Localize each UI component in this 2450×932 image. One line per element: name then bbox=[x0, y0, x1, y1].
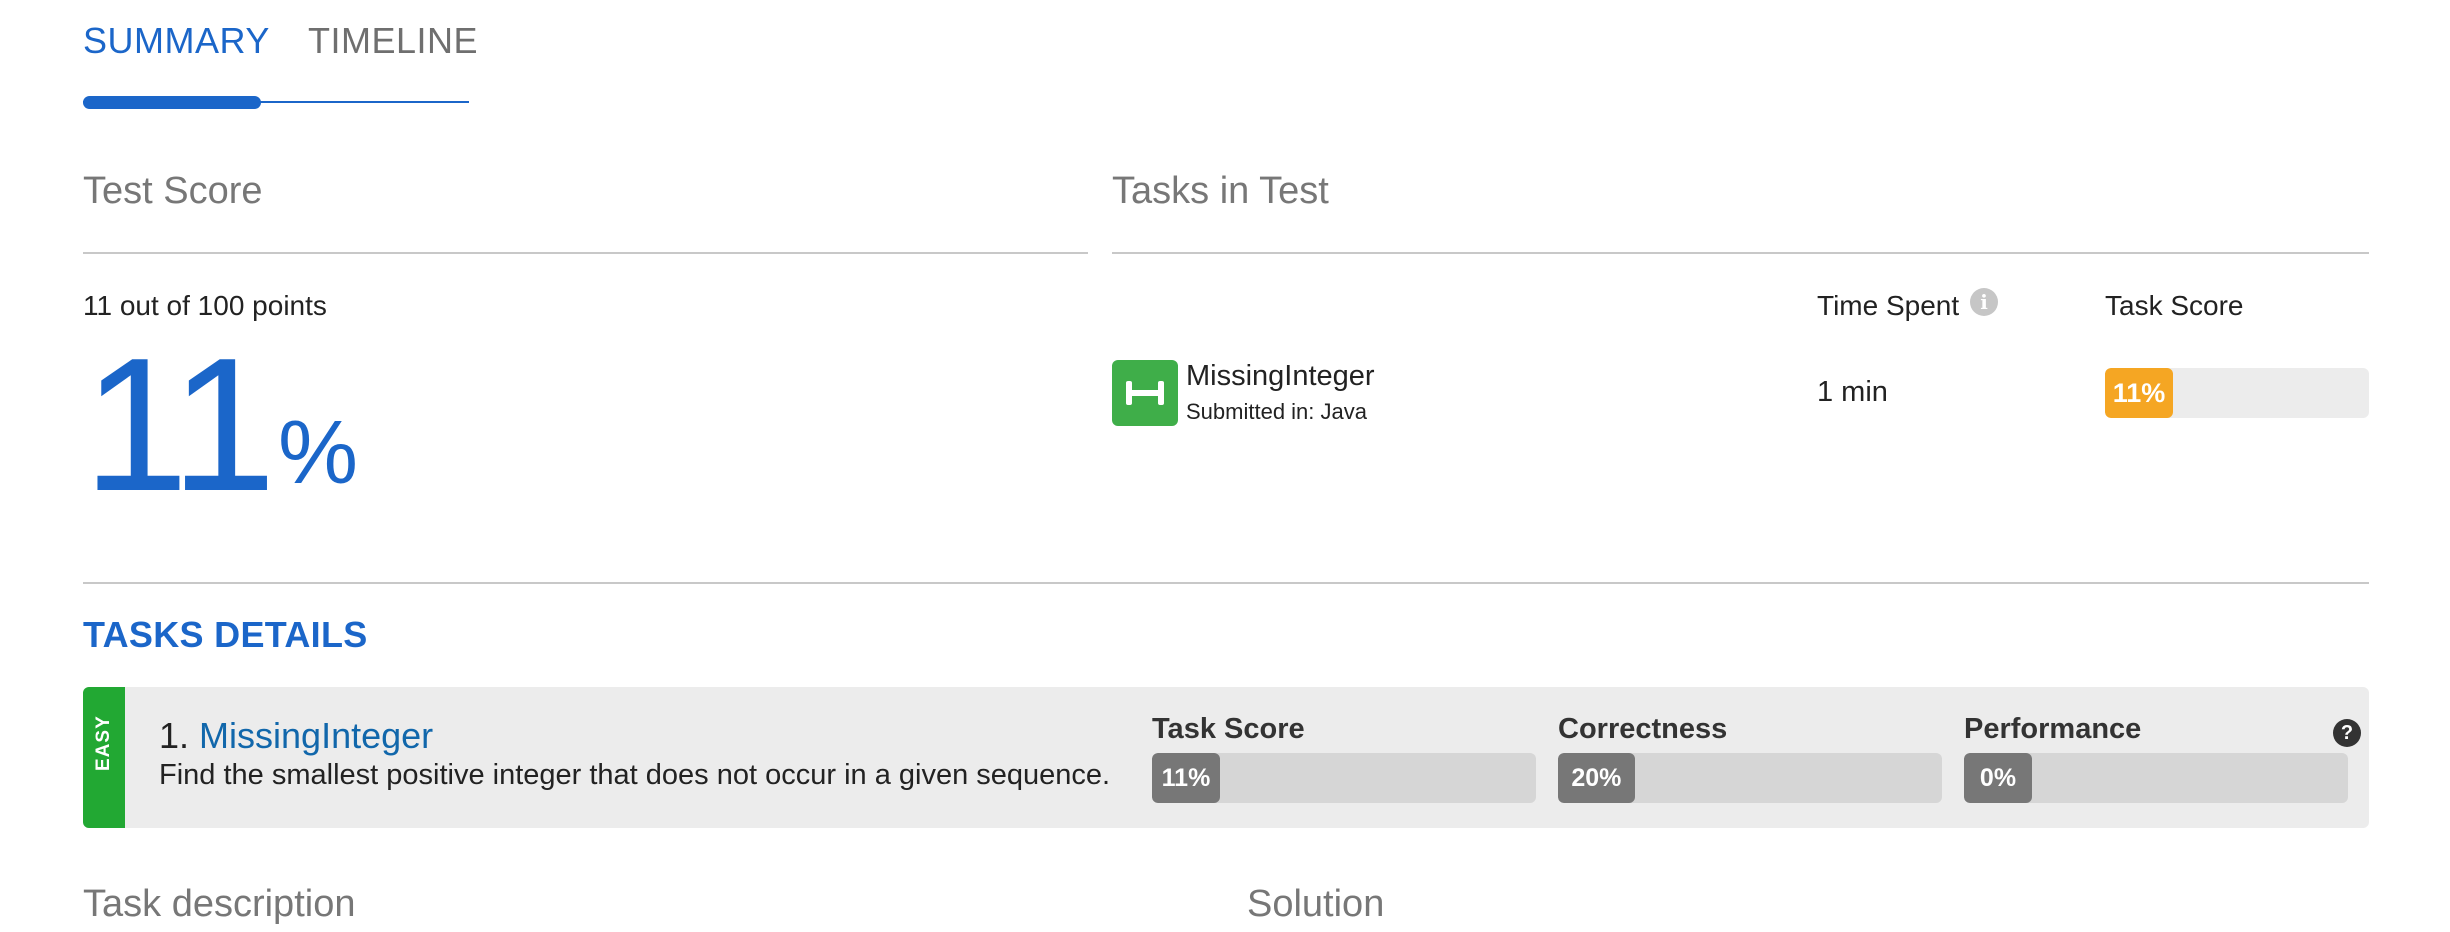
time-spent-header: Time Spent bbox=[1817, 290, 1960, 321]
metric-label-task-score: Task Score bbox=[1152, 713, 1305, 745]
metric-label-performance: Performance bbox=[1964, 713, 2142, 745]
tasks-in-test-title: Tasks in Test bbox=[1112, 170, 1329, 212]
tasks-in-test-divider bbox=[1112, 252, 2369, 254]
solution-title: Solution bbox=[1247, 883, 1385, 925]
dumbbell-icon bbox=[1112, 360, 1178, 426]
metric-bar-correctness: 20% bbox=[1558, 753, 1942, 803]
section-divider bbox=[83, 582, 2369, 584]
metric-bar-fill-task-score: 11% bbox=[1152, 753, 1220, 803]
task-detail-description: Find the smallest positive integer that … bbox=[159, 759, 1111, 791]
help-icon[interactable]: ? bbox=[2333, 719, 2361, 747]
metric-bar-task-score: 11% bbox=[1152, 753, 1536, 803]
time-spent-value: 1 min bbox=[1817, 376, 1888, 408]
test-score-title: Test Score bbox=[83, 170, 263, 212]
task-detail-card: EASY 1. MissingInteger Find the smallest… bbox=[83, 687, 2369, 828]
task-detail-link[interactable]: MissingInteger bbox=[199, 715, 433, 756]
difficulty-strip: EASY bbox=[83, 687, 125, 828]
task-score-header: Task Score bbox=[2105, 290, 2244, 321]
task-score-bar-fill: 11% bbox=[2105, 368, 2173, 418]
metric-bar-fill-correctness: 20% bbox=[1558, 753, 1635, 803]
metric-label-correctness: Correctness bbox=[1558, 713, 1728, 745]
test-score-divider bbox=[83, 252, 1088, 254]
score-percent-sign: % bbox=[278, 403, 359, 503]
task-detail-number: 1. bbox=[159, 715, 190, 756]
points-text: 11 out of 100 points bbox=[83, 290, 327, 321]
active-tab-indicator bbox=[83, 96, 261, 109]
task-score-bar: 11% bbox=[2105, 368, 2369, 418]
task-description-title: Task description bbox=[83, 883, 356, 925]
metric-bar-fill-performance: 0% bbox=[1964, 753, 2032, 803]
tab-summary[interactable]: SUMMARY bbox=[83, 20, 270, 62]
metric-bar-performance: 0% bbox=[1964, 753, 2348, 803]
tasks-details-title: TASKS DETAILS bbox=[83, 614, 368, 655]
difficulty-label: EASY bbox=[93, 715, 114, 771]
info-icon[interactable]: i bbox=[1970, 288, 1998, 316]
tab-timeline[interactable]: TIMELINE bbox=[308, 20, 478, 62]
score-percent-value: 11 bbox=[83, 319, 276, 531]
task-name[interactable]: MissingInteger bbox=[1186, 360, 1375, 393]
tab-bar: SUMMARY TIMELINE bbox=[83, 20, 478, 112]
task-submitted-language: Submitted in: Java bbox=[1186, 399, 1367, 424]
task-detail-heading: 1. MissingInteger bbox=[159, 715, 433, 757]
